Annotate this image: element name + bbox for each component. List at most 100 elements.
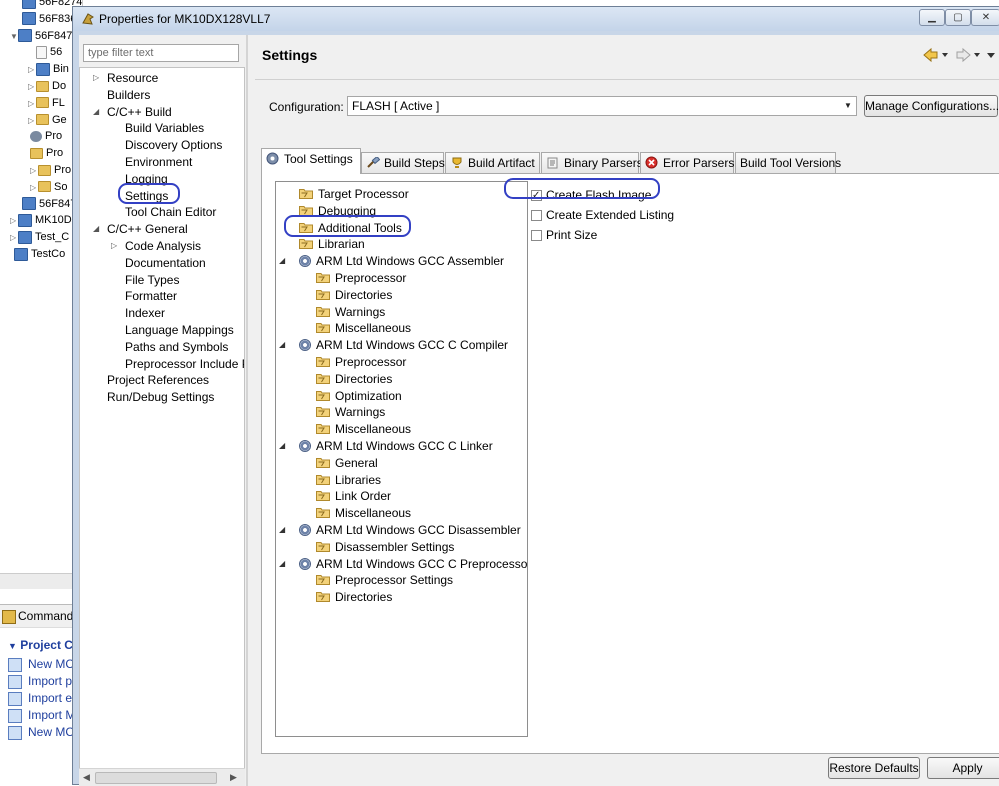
expand-icon[interactable]: ▷ bbox=[28, 62, 36, 78]
minimize-button[interactable]: ▁ bbox=[919, 9, 945, 26]
tool-tree-item[interactable]: Warnings bbox=[316, 304, 385, 320]
tool-tree-item[interactable]: Directories bbox=[316, 371, 392, 387]
create-extended-listing-option[interactable]: Create Extended Listing bbox=[531, 207, 674, 223]
explorer-item[interactable]: 56 bbox=[36, 44, 62, 60]
scroll-left-icon[interactable]: ◀ bbox=[83, 772, 90, 783]
commander-link[interactable]: Import p bbox=[8, 673, 72, 689]
nav-item-discovery-options[interactable]: Discovery Options bbox=[125, 137, 222, 153]
tool-tree-item[interactable]: Directories bbox=[316, 287, 392, 303]
nav-item-indexer[interactable]: Indexer bbox=[125, 305, 165, 321]
tool-tree-item[interactable]: ◢ ARM Ltd Windows GCC C Preprocessor bbox=[279, 556, 527, 572]
explorer-item[interactable]: ▷ Ge bbox=[28, 112, 67, 128]
nav-item-language-mappings[interactable]: Language Mappings bbox=[125, 322, 234, 338]
nav-item-c-c-build[interactable]: C/C++ Build bbox=[107, 104, 172, 120]
create-extended-listing-checkbox[interactable] bbox=[531, 210, 542, 221]
maximize-button[interactable]: ▢ bbox=[945, 9, 971, 26]
project-creation-section[interactable]: ▼ Project C bbox=[8, 638, 73, 652]
collapse-icon[interactable]: ◢ bbox=[93, 224, 99, 233]
tool-tree-item[interactable]: Preprocessor bbox=[316, 270, 406, 286]
tool-tree-item[interactable]: Miscellaneous bbox=[316, 421, 411, 437]
print-size-checkbox[interactable] bbox=[531, 230, 542, 241]
explorer-item[interactable]: 56F836 bbox=[22, 11, 76, 27]
tool-tree-item[interactable]: Target Processor bbox=[299, 186, 409, 202]
explorer-item[interactable]: ▷ MK10D bbox=[10, 212, 72, 228]
back-arrow-icon[interactable] bbox=[923, 47, 938, 63]
expand-icon[interactable]: ▷ bbox=[30, 163, 38, 179]
tool-tree-item[interactable]: Libraries bbox=[316, 472, 381, 488]
filter-input[interactable] bbox=[83, 44, 239, 62]
explorer-item[interactable]: ▷ FL bbox=[28, 95, 65, 111]
tool-tree-item[interactable]: Warnings bbox=[316, 404, 385, 420]
pane-sash[interactable] bbox=[246, 35, 248, 786]
scroll-right-icon[interactable]: ▶ bbox=[230, 772, 237, 783]
expand-icon[interactable]: ▷ bbox=[10, 213, 18, 229]
apply-button[interactable]: Apply bbox=[927, 757, 999, 779]
forward-menu-icon[interactable] bbox=[974, 53, 980, 57]
tab-tool-settings[interactable]: Tool Settings bbox=[261, 148, 361, 174]
dialog-title-bar[interactable]: Properties for MK10DX128VLL7 ▁ ▢ ✕ bbox=[73, 7, 999, 31]
commander-link[interactable]: New MC bbox=[8, 724, 74, 740]
tool-tree-item[interactable]: Preprocessor bbox=[316, 354, 406, 370]
expand-icon[interactable]: ▷ bbox=[28, 113, 36, 129]
expand-icon[interactable]: ▷ bbox=[10, 230, 18, 246]
commander-tab-label[interactable]: Commande bbox=[18, 609, 80, 623]
tree-horizontal-scrollbar[interactable]: ◀ ▶ bbox=[79, 768, 245, 786]
explorer-item[interactable]: Pro bbox=[30, 145, 63, 161]
tool-tree-item[interactable]: Link Order bbox=[316, 488, 391, 504]
nav-item-tool-chain-editor[interactable]: Tool Chain Editor bbox=[125, 204, 216, 220]
explorer-item[interactable]: ▷ Test_C bbox=[10, 229, 69, 245]
tool-tree-item[interactable]: ◢ ARM Ltd Windows GCC C Compiler bbox=[279, 337, 508, 353]
collapse-icon[interactable]: ◢ bbox=[279, 337, 285, 353]
tab-binary-parsers[interactable]: Binary Parsers bbox=[541, 152, 643, 173]
nav-item-builders[interactable]: Builders bbox=[107, 87, 150, 103]
collapse-icon[interactable]: ◢ bbox=[279, 253, 285, 269]
nav-item-run-debug-settings[interactable]: Run/Debug Settings bbox=[107, 389, 214, 405]
tool-tree-item[interactable]: General bbox=[316, 455, 378, 471]
nav-item-c-c-general[interactable]: C/C++ General bbox=[107, 221, 188, 237]
collapse-icon[interactable]: ◢ bbox=[279, 522, 285, 538]
tool-tree-item[interactable]: ◢ ARM Ltd Windows GCC Disassembler bbox=[279, 522, 521, 538]
tab-build-tool-versions[interactable]: Build Tool Versions bbox=[735, 152, 841, 173]
tool-tree-item[interactable]: Directories bbox=[316, 589, 392, 605]
explorer-horizontal-scrollbar[interactable] bbox=[0, 573, 82, 589]
explorer-item[interactable]: ▷ Pro bbox=[30, 162, 71, 178]
explorer-item[interactable]: ▷ Do bbox=[28, 78, 66, 94]
close-button[interactable]: ✕ bbox=[971, 9, 999, 26]
tab-build-artifact[interactable]: Build Artifact bbox=[445, 152, 540, 173]
tool-tree-item[interactable]: Librarian bbox=[299, 236, 365, 252]
expand-icon[interactable]: ▷ bbox=[28, 79, 36, 95]
tool-tree-item[interactable]: Disassembler Settings bbox=[316, 539, 454, 555]
nav-item-paths-and-symbols[interactable]: Paths and Symbols bbox=[125, 339, 228, 355]
commander-link[interactable]: Import e bbox=[8, 690, 72, 706]
restore-defaults-button[interactable]: Restore Defaults bbox=[828, 757, 920, 779]
tool-tree-item[interactable]: ◢ ARM Ltd Windows GCC C Linker bbox=[279, 438, 493, 454]
nav-item-preprocessor-include-pa[interactable]: Preprocessor Include Pa bbox=[125, 356, 244, 372]
manage-configurations-button[interactable]: Manage Configurations... bbox=[864, 95, 999, 117]
nav-item-file-types[interactable]: File Types bbox=[125, 272, 179, 288]
expand-icon[interactable]: ▷ bbox=[30, 180, 38, 196]
expand-icon[interactable]: ▼ bbox=[10, 29, 18, 45]
nav-item-environment[interactable]: Environment bbox=[125, 154, 192, 170]
print-size-option[interactable]: Print Size bbox=[531, 227, 597, 243]
tab-error-parsers[interactable]: Error Parsers bbox=[640, 152, 734, 173]
tool-tree-item[interactable]: Miscellaneous bbox=[316, 505, 411, 521]
forward-arrow-icon[interactable] bbox=[956, 47, 971, 63]
collapse-icon[interactable]: ◢ bbox=[93, 107, 99, 116]
explorer-item[interactable]: ▼ 56F847 bbox=[10, 28, 72, 44]
explorer-item[interactable]: 56F847 bbox=[22, 196, 76, 212]
expand-icon[interactable]: ▷ bbox=[111, 241, 117, 250]
nav-item-resource[interactable]: Resource bbox=[107, 70, 158, 86]
collapse-icon[interactable]: ◢ bbox=[279, 556, 285, 572]
tab-build-steps[interactable]: Build Steps bbox=[361, 152, 445, 173]
tool-tree-item[interactable]: Preprocessor Settings bbox=[316, 572, 453, 588]
explorer-item[interactable]: TestCo bbox=[14, 246, 65, 262]
commander-link[interactable]: New MC bbox=[8, 656, 74, 672]
nav-item-project-references[interactable]: Project References bbox=[107, 372, 209, 388]
tool-tree-item[interactable]: Miscellaneous bbox=[316, 320, 411, 336]
back-menu-icon[interactable] bbox=[942, 53, 948, 57]
tool-tree-item[interactable]: ◢ ARM Ltd Windows GCC Assembler bbox=[279, 253, 504, 269]
nav-item-documentation[interactable]: Documentation bbox=[125, 255, 206, 271]
nav-item-formatter[interactable]: Formatter bbox=[125, 288, 177, 304]
expand-icon[interactable]: ▷ bbox=[28, 96, 36, 112]
scroll-thumb[interactable] bbox=[95, 772, 217, 784]
